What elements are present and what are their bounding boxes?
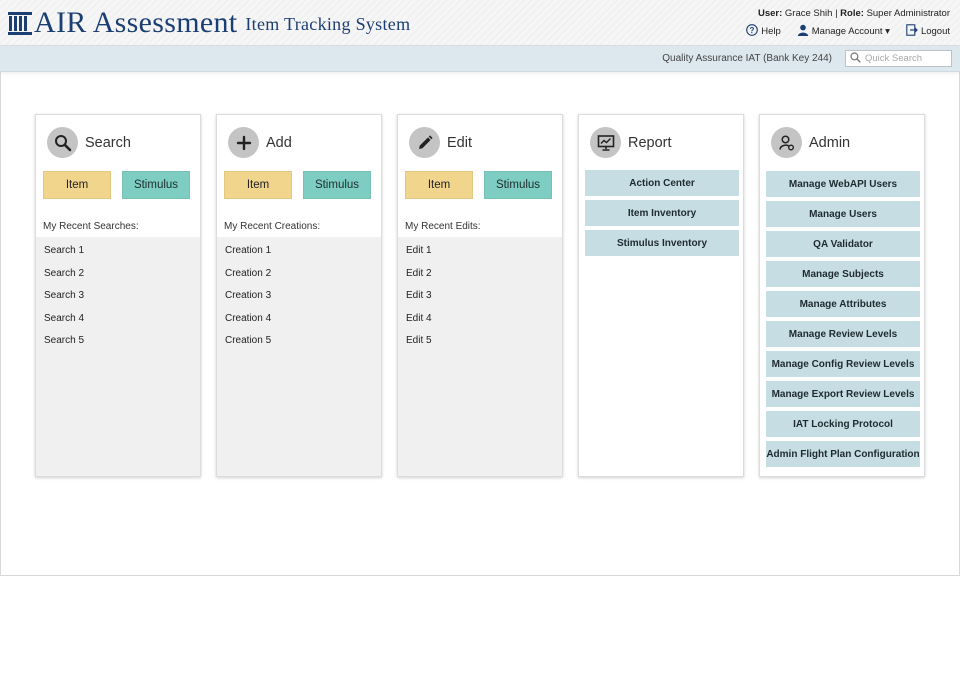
role-name: Super Administrator: [866, 8, 950, 19]
recent-search-item[interactable]: Search 1: [36, 240, 200, 263]
manage-config-review-levels-button[interactable]: Manage Config Review Levels: [766, 351, 920, 377]
recent-creation-item[interactable]: Creation 2: [217, 263, 381, 286]
manage-review-levels-button[interactable]: Manage Review Levels: [766, 321, 920, 347]
search-panel-header: Search: [47, 127, 131, 158]
add-item-button[interactable]: Item: [224, 171, 292, 199]
edit-panel-header: Edit: [409, 127, 472, 158]
iat-locking-protocol-button[interactable]: IAT Locking Protocol: [766, 411, 920, 437]
search-stimulus-button[interactable]: Stimulus: [122, 171, 190, 199]
stimulus-inventory-button[interactable]: Stimulus Inventory: [585, 230, 739, 256]
recent-edit-item[interactable]: Edit 1: [398, 240, 562, 263]
role-label: Role:: [840, 8, 864, 19]
manage-attributes-button[interactable]: Manage Attributes: [766, 291, 920, 317]
add-panel-title: Add: [266, 134, 292, 151]
magnifier-icon: [47, 127, 78, 158]
search-icon: [850, 50, 861, 68]
report-panel-title: Report: [628, 134, 672, 151]
user-separator: |: [835, 8, 838, 19]
manage-account-label: Manage Account ▾: [811, 26, 890, 37]
search-item-button[interactable]: Item: [43, 171, 111, 199]
bank-key-label: Quality Assurance IAT (Bank Key 244): [662, 53, 832, 64]
logo-building-icon: [8, 11, 32, 35]
manage-account-link[interactable]: Manage Account ▾: [797, 24, 890, 39]
recent-creations-list: Creation 1 Creation 2 Creation 3 Creatio…: [217, 237, 381, 476]
recent-search-item[interactable]: Search 3: [36, 285, 200, 308]
logout-label: Logout: [920, 26, 950, 37]
report-panel: Report Action Center Item Inventory Stim…: [578, 114, 744, 477]
recent-edit-item[interactable]: Edit 4: [398, 308, 562, 331]
search-panel-title: Search: [85, 134, 131, 151]
recent-search-item[interactable]: Search 5: [36, 330, 200, 353]
report-panel-header: Report: [590, 127, 672, 158]
recent-creation-item[interactable]: Creation 1: [217, 240, 381, 263]
user-name: Grace Shih: [784, 8, 833, 19]
logo[interactable]: AIR Assessment Item Tracking System: [8, 8, 410, 38]
edit-item-button[interactable]: Item: [405, 171, 473, 199]
recent-search-item[interactable]: Search 4: [36, 308, 200, 331]
admin-flight-plan-configuration-button[interactable]: Admin Flight Plan Configuration: [766, 441, 920, 467]
monitor-chart-icon: [590, 127, 621, 158]
manage-webapi-users-button[interactable]: Manage WebAPI Users: [766, 171, 920, 197]
manage-users-button[interactable]: Manage Users: [766, 201, 920, 227]
add-panel-header: Add: [228, 127, 292, 158]
top-links: ? Help Manage Account ▾ Logout: [730, 24, 950, 39]
brand-subtitle: Item Tracking System: [245, 14, 411, 34]
manage-export-review-levels-button[interactable]: Manage Export Review Levels: [766, 381, 920, 407]
quick-search: [845, 50, 952, 67]
edit-panel-title: Edit: [447, 134, 472, 151]
search-panel: Search Item Stimulus My Recent Searches:…: [35, 114, 201, 477]
add-panel: Add Item Stimulus My Recent Creations: C…: [216, 114, 382, 477]
user-icon: [797, 24, 812, 39]
add-stimulus-button[interactable]: Stimulus: [303, 171, 371, 199]
logout-link[interactable]: Logout: [906, 24, 950, 39]
qa-validator-button[interactable]: QA Validator: [766, 231, 920, 257]
recent-creation-item[interactable]: Creation 5: [217, 330, 381, 353]
action-center-button[interactable]: Action Center: [585, 170, 739, 196]
admin-panel-title: Admin: [809, 134, 851, 151]
recent-edit-item[interactable]: Edit 3: [398, 285, 562, 308]
recent-creations-label: My Recent Creations:: [224, 221, 321, 232]
recent-edit-item[interactable]: Edit 2: [398, 263, 562, 286]
svg-text:?: ?: [750, 26, 755, 35]
user-info: User: Grace Shih | Role: Super Administr…: [758, 8, 950, 19]
quick-search-input[interactable]: [865, 53, 949, 64]
recent-creation-item[interactable]: Creation 4: [217, 308, 381, 331]
recent-edit-item[interactable]: Edit 5: [398, 330, 562, 353]
recent-creation-item[interactable]: Creation 3: [217, 285, 381, 308]
help-link[interactable]: ? Help: [746, 24, 781, 39]
item-inventory-button[interactable]: Item Inventory: [585, 200, 739, 226]
logout-icon: [906, 24, 921, 39]
plus-icon: [228, 127, 259, 158]
app-header: AIR Assessment Item Tracking System User…: [0, 0, 960, 46]
manage-subjects-button[interactable]: Manage Subjects: [766, 261, 920, 287]
recent-searches-label: My Recent Searches:: [43, 221, 139, 232]
edit-stimulus-button[interactable]: Stimulus: [484, 171, 552, 199]
recent-search-item[interactable]: Search 2: [36, 263, 200, 286]
admin-panel: Admin Manage WebAPI Users Manage Users Q…: [759, 114, 925, 477]
recent-searches-list: Search 1 Search 2 Search 3 Search 4 Sear…: [36, 237, 200, 476]
sub-bar: Quality Assurance IAT (Bank Key 244): [0, 46, 960, 72]
recent-edits-label: My Recent Edits:: [405, 221, 481, 232]
admin-panel-header: Admin: [771, 127, 850, 158]
edit-panel: Edit Item Stimulus My Recent Edits: Edit…: [397, 114, 563, 477]
pencil-icon: [409, 127, 440, 158]
user-label: User:: [757, 8, 783, 19]
recent-edits-list: Edit 1 Edit 2 Edit 3 Edit 4 Edit 5: [398, 237, 562, 476]
brand-name: AIR Assessment: [34, 6, 238, 39]
admin-user-gear-icon: [771, 127, 802, 158]
help-label: Help: [761, 26, 781, 37]
help-icon: ?: [746, 24, 761, 39]
